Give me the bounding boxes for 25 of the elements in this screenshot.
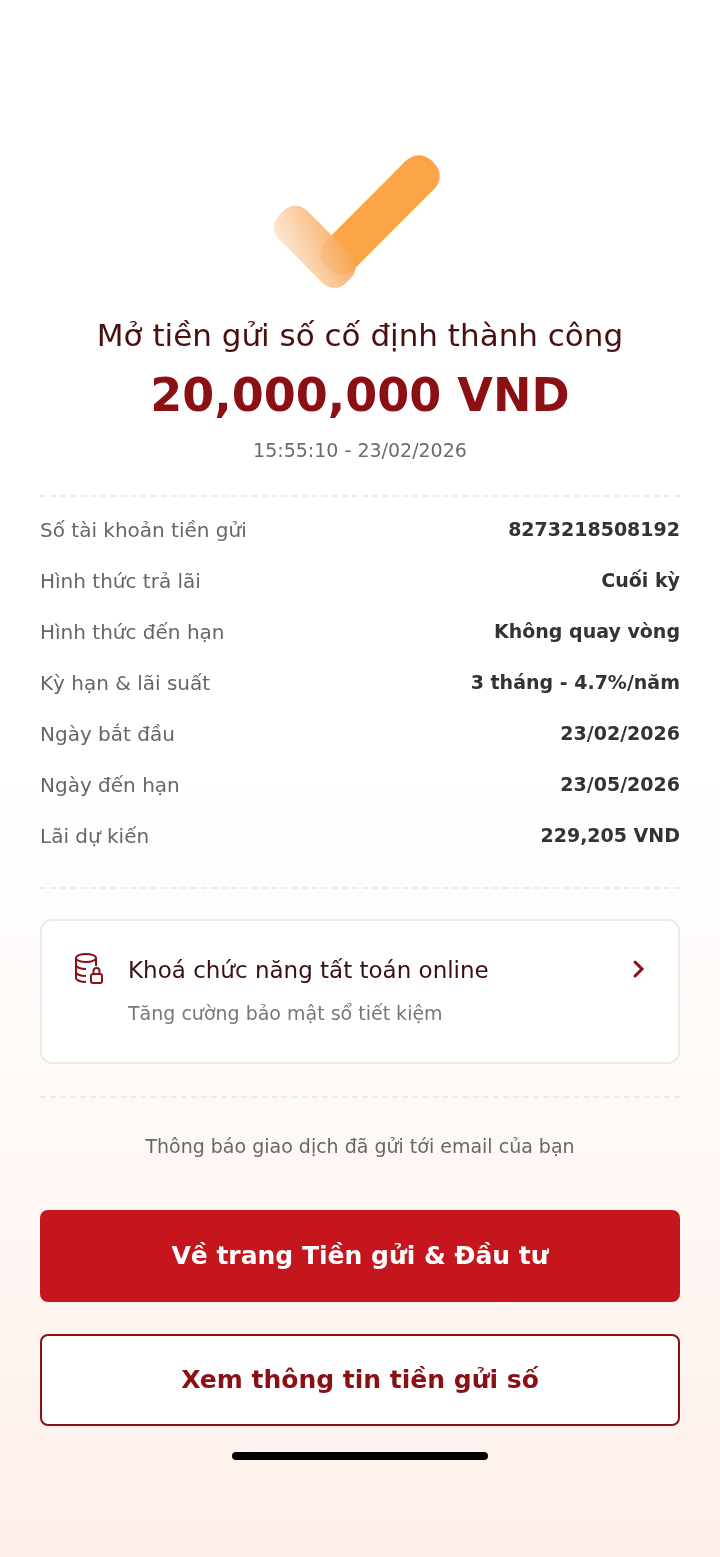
detail-value: 8273218508192 [508, 517, 680, 543]
database-lock-icon [74, 952, 104, 985]
detail-value: Không quay vòng [494, 619, 680, 645]
detail-label: Ngày đến hạn [40, 771, 180, 799]
card-subtitle: Tăng cường bảo mật sổ tiết kiệm [128, 1001, 444, 1026]
detail-label: Kỳ hạn & lãi suất [40, 669, 211, 697]
card-title: Khoá chức năng tất toán online [128, 955, 490, 985]
chevron-right-icon [632, 958, 646, 979]
success-title: Mở tiền gửi số cố định thành công [95, 316, 625, 355]
detail-label: Lãi dự kiến [40, 822, 150, 850]
timestamp: 15:55:10 - 23/02/2026 [252, 438, 468, 463]
detail-label: Ngày bắt đầu [40, 720, 175, 748]
detail-value: 3 tháng - 4.7%/năm [470, 670, 680, 696]
detail-value: 23/02/2026 [560, 721, 680, 747]
detail-label: Số tài khoản tiền gửi [40, 516, 247, 544]
action-button[interactable]: Xem thông tin tiền gửi số [40, 1334, 680, 1426]
amount: 20,000,000 VND [149, 366, 571, 424]
action-button[interactable]: Về trang Tiền gửi & Đầu tư [40, 1210, 680, 1302]
detail-value: 229,205 VND [540, 823, 680, 849]
detail-value: 23/05/2026 [560, 772, 680, 798]
lock-settlement-card[interactable]: Khoá chức năng tất toán online Tăng cường bảo mật sổ tiết kiệm [40, 918, 680, 1064]
detail-value: Cuối kỳ [601, 568, 680, 594]
email-notice: Thông báo giao dịch đã gửi tới email của bạn [144, 1133, 576, 1159]
detail-label: Hình thức trả lãi [40, 567, 201, 595]
detail-label: Hình thức đến hạn [40, 618, 225, 646]
